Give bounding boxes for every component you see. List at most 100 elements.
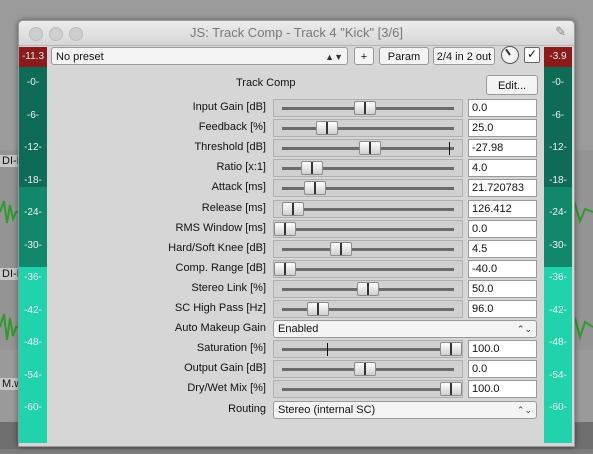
meter-zone — [19, 267, 47, 443]
slider-handle[interactable] — [282, 202, 304, 216]
slider-handle[interactable] — [440, 342, 462, 356]
param-value-field[interactable]: 0.0 — [468, 220, 537, 238]
knob-indicator — [505, 48, 511, 56]
handle-mark — [450, 383, 452, 395]
param-slider[interactable] — [273, 139, 463, 157]
bypass-checkbox[interactable]: ✓ — [524, 47, 540, 63]
handle-mark — [292, 203, 294, 215]
io-routing-button[interactable]: 2/4 in 2 out — [433, 47, 495, 65]
meter-tick-label: -6- — [26, 109, 40, 121]
handle-mark — [450, 343, 452, 355]
param-slider[interactable] — [273, 179, 463, 197]
slider-handle[interactable] — [301, 161, 323, 175]
param-label: Ratio [x:1] — [216, 161, 266, 173]
param-value-field[interactable]: 126.412 — [468, 200, 537, 218]
chevron-updown-icon: ⌃⌄ — [516, 324, 532, 334]
param-slider[interactable] — [273, 300, 463, 318]
meter-tick-label: -36- — [24, 272, 42, 283]
slider-handle[interactable] — [307, 302, 329, 316]
param-slider[interactable] — [273, 380, 463, 398]
param-value-field[interactable]: 96.0 — [468, 300, 537, 318]
param-slider[interactable] — [273, 360, 463, 378]
add-preset-button[interactable]: + — [354, 47, 374, 65]
meter-zone — [19, 187, 47, 267]
meter-tick-label: -24- — [549, 207, 567, 218]
param-value-field[interactable]: -40.0 — [468, 260, 537, 278]
param-value-field[interactable]: 50.0 — [468, 280, 537, 298]
meter-tick-label: -6- — [551, 109, 565, 121]
param-label: Saturation [%] — [196, 342, 266, 354]
slider-handle[interactable] — [330, 242, 352, 256]
input-level-meter: -11.3 -0- -6- -12- -18- -24- -30- -36- -42- -48-… — [19, 47, 47, 443]
meter-zone — [544, 187, 572, 267]
param-value-field[interactable]: 25.0 — [468, 119, 537, 137]
param-value-field[interactable]: 100.0 — [468, 380, 537, 398]
slider-track — [282, 208, 454, 211]
param-slider[interactable] — [273, 260, 463, 278]
param-value-field[interactable]: 0.0 — [468, 360, 537, 378]
handle-mark — [364, 363, 366, 375]
param-label: Comp. Range [dB] — [175, 262, 267, 274]
param-value-field[interactable]: 4.5 — [468, 240, 537, 258]
param-value-field[interactable]: -27.98 — [468, 139, 537, 157]
handle-mark — [340, 243, 342, 255]
param-value-field[interactable]: 21.720783 — [468, 179, 537, 197]
param-label: Input Gain [dB] — [192, 101, 266, 113]
param-slider[interactable] — [273, 280, 463, 298]
title-bar[interactable]: JS: Track Comp - Track 4 "Kick" [3/6] ✎ — [19, 21, 574, 46]
slider-handle[interactable] — [357, 282, 379, 296]
wet-knob[interactable] — [501, 46, 519, 64]
meter-tick-label: -30- — [549, 239, 567, 251]
slider-handle[interactable] — [354, 101, 376, 115]
chevron-updown-icon: ▲▼ — [325, 52, 343, 62]
slider-handle[interactable] — [304, 181, 326, 195]
param-slider[interactable] — [273, 240, 463, 258]
param-slider[interactable] — [273, 200, 463, 218]
meter-tick-label: -42- — [549, 304, 567, 316]
slider-handle[interactable] — [274, 262, 296, 276]
param-slider[interactable] — [273, 99, 463, 117]
slider-marker — [327, 343, 328, 356]
slider-handle[interactable] — [440, 382, 462, 396]
handle-mark — [369, 142, 371, 154]
param-label: SC High Pass [Hz] — [174, 302, 266, 314]
pin-icon[interactable]: ✎ — [555, 24, 566, 40]
plugin-name: Track Comp — [236, 77, 296, 89]
param-value-field[interactable]: 4.0 — [468, 159, 537, 177]
param-dropdown[interactable]: Enabled ⌃⌄ — [273, 320, 537, 338]
dropdown-value: Stereo (internal SC) — [278, 404, 376, 416]
param-button[interactable]: Param — [379, 47, 429, 65]
param-label: RMS Window [ms] — [175, 222, 266, 234]
param-slider[interactable] — [273, 340, 463, 358]
slider-handle[interactable] — [359, 141, 381, 155]
slider-handle[interactable] — [274, 222, 296, 236]
meter-tick-label: -42- — [24, 304, 42, 316]
meter-tick-label: -0- — [26, 77, 40, 88]
slider-handle[interactable] — [354, 362, 376, 376]
meter-zone — [544, 267, 572, 443]
param-label: Attack [ms] — [211, 181, 266, 193]
handle-mark — [284, 223, 286, 235]
slider-track — [282, 228, 454, 231]
param-label: Release [ms] — [201, 202, 266, 214]
param-dropdown[interactable]: Stereo (internal SC) ⌃⌄ — [273, 401, 537, 419]
output-level-meter: -3.9 -0- -6- -12- -18- -24- -30- -36- -42- -48- -… — [544, 47, 572, 443]
param-value-field[interactable]: 100.0 — [468, 340, 537, 358]
meter-tick-label: -24- — [24, 207, 42, 218]
slider-track — [282, 127, 454, 130]
slider-track — [282, 268, 454, 271]
handle-mark — [311, 162, 313, 174]
meter-tick-label: -18- — [24, 174, 42, 186]
meter-tick-label: -54- — [24, 369, 42, 381]
handle-mark — [367, 283, 369, 295]
meter-tick-label: -12- — [549, 142, 567, 153]
handle-mark — [284, 263, 286, 275]
param-slider[interactable] — [273, 220, 463, 238]
slider-handle[interactable] — [316, 121, 338, 135]
param-slider[interactable] — [273, 119, 463, 137]
preset-dropdown[interactable]: No preset ▲▼ — [51, 47, 348, 65]
param-value-field[interactable]: 0.0 — [468, 99, 537, 117]
slider-track — [282, 248, 454, 251]
edit-button[interactable]: Edit... — [486, 75, 538, 95]
param-slider[interactable] — [273, 159, 463, 177]
